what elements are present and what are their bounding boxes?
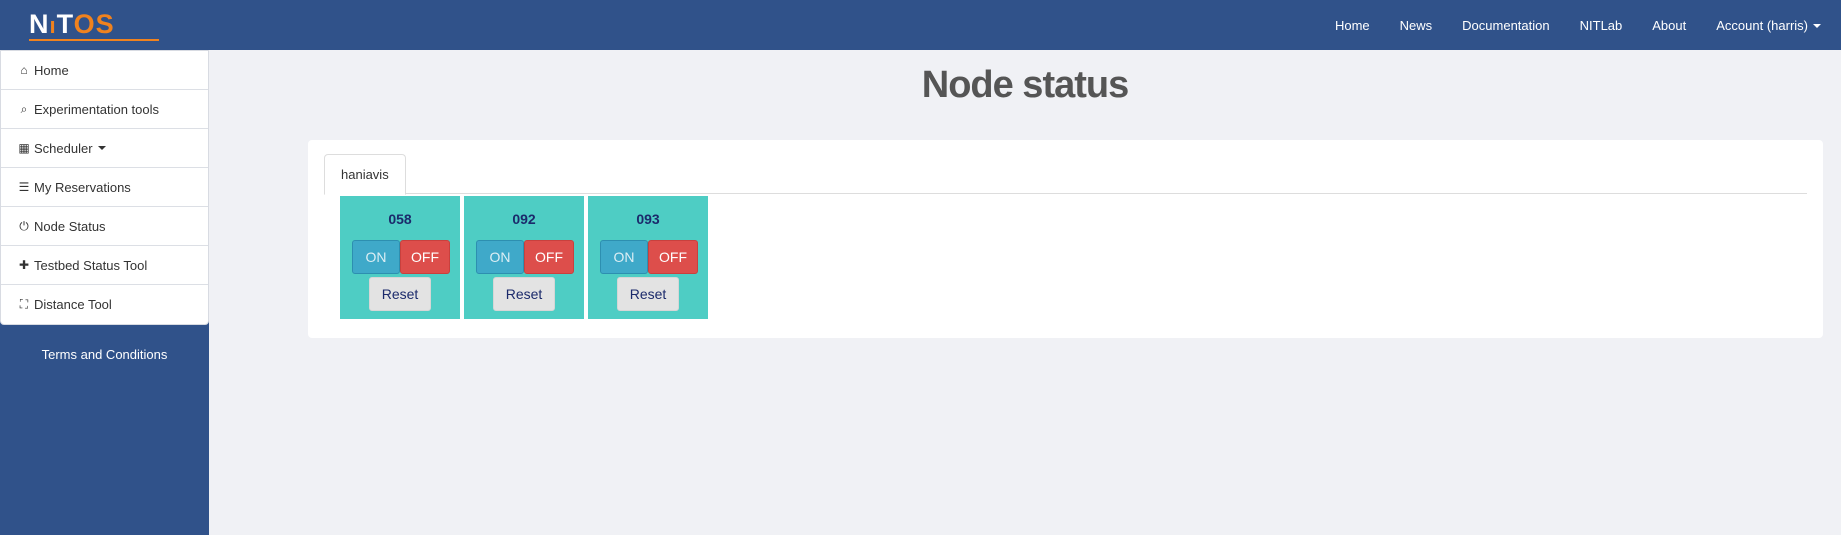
search-icon: ⌕ xyxy=(20,101,28,116)
top-nav-links: Home News Documentation NITLab About Acc… xyxy=(1305,0,1821,50)
node-card: 092 ON OFF Reset xyxy=(464,196,584,319)
home-icon: ⌂ xyxy=(20,63,28,77)
node-on-button[interactable]: ON xyxy=(600,240,648,274)
node-reset-button[interactable]: Reset xyxy=(369,277,431,311)
testbed-tabs: haniavis xyxy=(324,154,1807,195)
node-on-button[interactable]: ON xyxy=(476,240,524,274)
sidebar-item-my-reservations[interactable]: ☰ My Reservations xyxy=(1,168,208,207)
sidebar-item-label: Distance Tool xyxy=(34,297,112,312)
sidebar-item-testbed-status-tool[interactable]: ✚ Testbed Status Tool xyxy=(1,246,208,285)
sidebar-item-scheduler[interactable]: ▦ Scheduler xyxy=(1,129,208,168)
terms-and-conditions-link[interactable]: Terms and Conditions xyxy=(0,347,209,362)
sidebar-item-label: Testbed Status Tool xyxy=(34,257,148,273)
nav-documentation[interactable]: Documentation xyxy=(1462,18,1549,33)
nav-account-dropdown[interactable]: Account (harris) xyxy=(1716,18,1821,33)
node-status-panel: haniavis 058 ON OFF Reset 092 ON OFF Res… xyxy=(308,140,1823,338)
sidebar-item-experimentation-tools[interactable]: ⌕ Experimentation tools xyxy=(1,90,208,129)
node-reset-button[interactable]: Reset xyxy=(493,277,555,311)
nitos-logo[interactable]: NıTOS xyxy=(29,9,159,41)
caret-down-icon xyxy=(1813,24,1821,29)
logo-letters-os: OS xyxy=(73,9,115,39)
fullscreen-icon: ⛶ xyxy=(19,297,29,311)
node-off-button[interactable]: OFF xyxy=(648,240,698,274)
page-title: Node status xyxy=(921,64,1129,106)
sidebar-item-node-status[interactable]: ⏻ Node Status xyxy=(1,207,208,246)
nav-nitlab[interactable]: NITLab xyxy=(1580,18,1623,33)
node-reset-button[interactable]: Reset xyxy=(617,277,679,311)
sidebar-menu: ⌂ Home ⌕ Experimentation tools ▦ Schedul… xyxy=(0,50,209,325)
nav-about[interactable]: About xyxy=(1652,18,1686,33)
power-icon: ⏻ xyxy=(19,218,29,233)
top-navbar: NıTOS Home News Documentation NITLab Abo… xyxy=(0,0,1841,50)
sidebar-item-label: Experimentation tools xyxy=(34,101,160,117)
node-id: 058 xyxy=(388,211,412,227)
sidebar-item-home[interactable]: ⌂ Home xyxy=(1,51,208,90)
sidebar-item-label: Node Status xyxy=(34,218,106,234)
caret-down-icon xyxy=(97,146,106,150)
node-off-button[interactable]: OFF xyxy=(400,240,450,274)
node-card: 093 ON OFF Reset xyxy=(588,196,708,319)
sidebar-item-distance-tool[interactable]: ⛶ Distance Tool xyxy=(1,285,208,324)
sidebar-item-label: Home xyxy=(34,62,69,78)
nav-home[interactable]: Home xyxy=(1335,18,1370,33)
node-off-button[interactable]: OFF xyxy=(524,240,574,274)
calendar-icon: ▦ xyxy=(18,141,30,155)
account-label: Account (harris) xyxy=(1716,17,1808,33)
sidebar-item-label: Scheduler xyxy=(34,140,93,156)
node-id: 092 xyxy=(512,211,536,227)
node-card: 058 ON OFF Reset xyxy=(340,196,460,319)
logo-letter-n: N xyxy=(29,9,50,39)
list-icon: ☰ xyxy=(18,180,30,194)
sidebar-item-label: My Reservations xyxy=(34,179,131,195)
antenna-icon: ı xyxy=(49,13,57,38)
logo-underline xyxy=(29,39,159,41)
node-id: 093 xyxy=(636,211,660,227)
node-grid: 058 ON OFF Reset 092 ON OFF Reset 093 ON… xyxy=(340,196,712,319)
node-on-button[interactable]: ON xyxy=(352,240,400,274)
tab-haniavis[interactable]: haniavis xyxy=(324,154,406,195)
nav-news[interactable]: News xyxy=(1400,18,1433,33)
sidebar: ⌂ Home ⌕ Experimentation tools ▦ Schedul… xyxy=(0,50,209,535)
plus-icon: ✚ xyxy=(18,258,30,272)
